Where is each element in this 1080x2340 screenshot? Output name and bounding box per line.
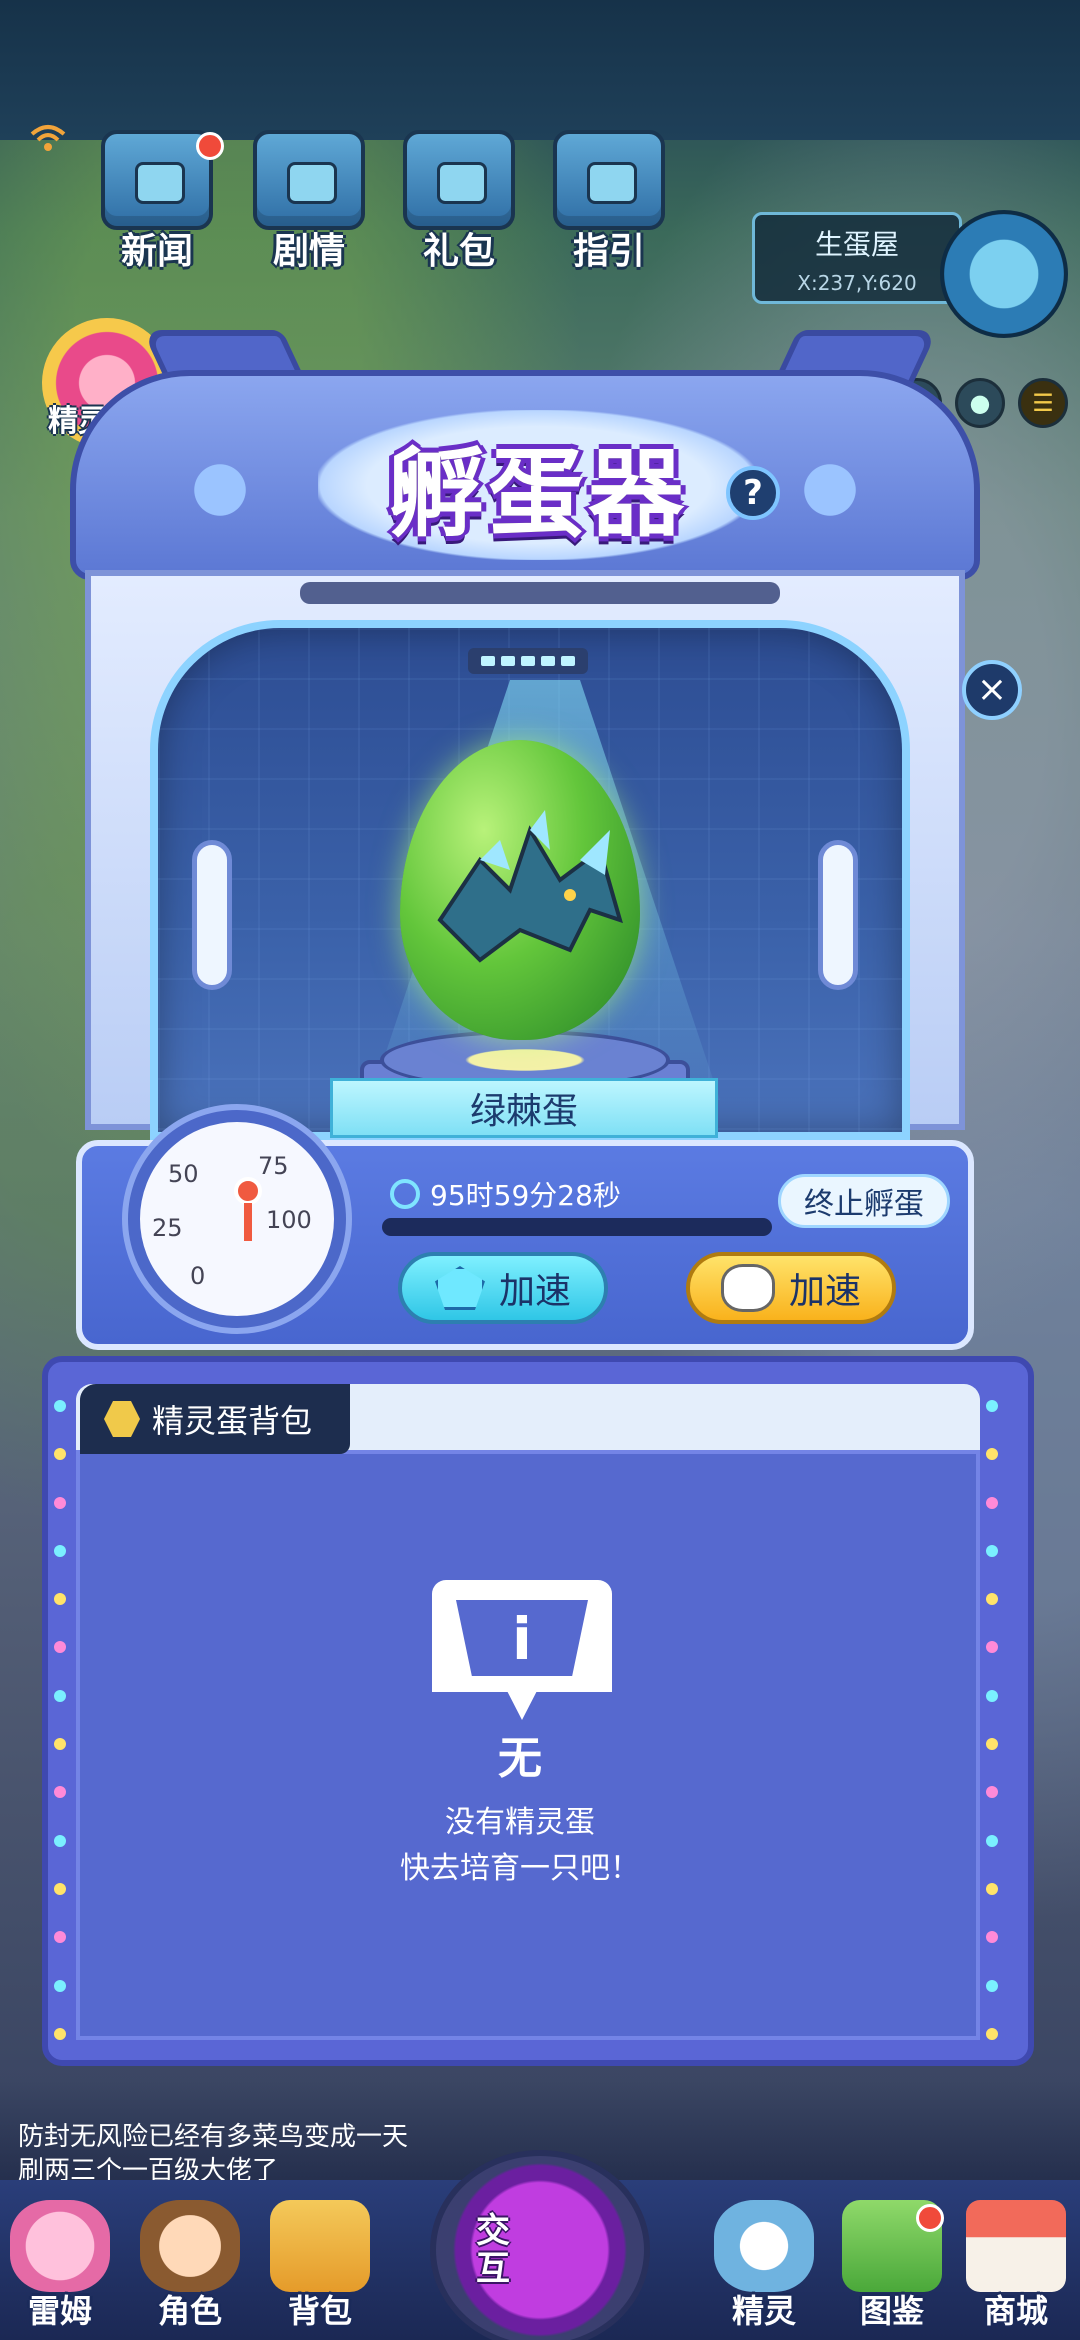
leimu-icon [10,2200,110,2292]
gauge-tick-75: 75 [258,1152,289,1180]
nav-character[interactable]: 角色 [130,2200,250,2340]
nav-spirit[interactable]: 精灵 [704,2200,824,2340]
hatch-timer: 95时59分28秒 [390,1174,621,1214]
stop-hatch-label: 终止孵蛋 [804,1187,924,1222]
ceiling-lamp [468,648,588,674]
location-box: 生蛋屋 X:237,Y:620 [752,212,962,304]
codex-badge [916,2204,944,2232]
nav-shop-label: 商城 [983,2292,1048,2330]
gift-machine-icon [403,130,515,230]
side-tube-right [818,840,858,990]
map-icon[interactable] [940,210,1068,338]
nav-leimu-label: 雷姆 [27,2292,92,2330]
speed-coin-label: 加速 [788,1271,861,1312]
light-dots-right [986,1400,1000,2040]
speed-up-gem-button[interactable]: 加速 [398,1252,608,1324]
gauge-tick-0: 0 [190,1262,206,1290]
news-button[interactable]: 新闻 [92,130,224,280]
nav-character-label: 角色 [157,2292,222,2330]
stop-hatch-button[interactable]: 终止孵蛋 [778,1174,950,1228]
top-strip [0,0,1080,140]
chat-line-1: 防封无风险已经有多菜鸟变成一天 [18,2122,409,2152]
nav-spirit-label: 精灵 [731,2292,796,2330]
light-dots-left [54,1400,68,2040]
stopwatch-icon [390,1179,420,1209]
egg-name-plate: 绿棘蛋 [330,1078,718,1138]
nav-leimu[interactable]: 雷姆 [0,2200,120,2340]
location-coord: X:237,Y:620 [797,271,917,295]
nav-codex[interactable]: 图鉴 [832,2200,952,2340]
story-button[interactable]: 剧情 [244,130,374,280]
news-badge [196,132,224,160]
gauge-needle [234,1177,262,1241]
incubator-title: 孵蛋器 [388,437,688,550]
gauge-tick-100: 100 [266,1206,312,1234]
cat-coin-icon [720,1264,775,1312]
nav-shop[interactable]: 商城 [956,2200,1076,2340]
guide-button[interactable]: 指引 [544,130,674,280]
guide-machine-icon [553,130,665,230]
side-tube-left [192,840,232,990]
nav-bag[interactable]: 背包 [260,2200,380,2340]
shop-icon [966,2200,1066,2292]
close-button[interactable]: × [962,660,1022,720]
story-machine-icon [253,130,365,230]
nav-codex-label: 图鉴 [859,2292,924,2330]
gauge-tick-50: 50 [168,1160,199,1188]
whisker-left [180,450,260,530]
dragon-creature-icon [437,810,623,963]
egg-bag-tab-label: 精灵蛋背包 [152,1402,313,1440]
chamber-light-strip [300,582,780,604]
gift-button[interactable]: 礼包 [394,130,524,280]
interact-label: 交互 [476,2211,510,2289]
temperature-gauge: 50 75 25 100 0 [128,1110,346,1328]
wifi-icon [30,125,66,151]
menu-icon[interactable]: ☰ [1018,378,1068,428]
speed-gem-label: 加速 [498,1271,571,1312]
empty-line-1: 没有精灵蛋 [445,1805,595,1840]
egg-bag-tab[interactable]: 精灵蛋背包 [80,1384,350,1454]
interact-button[interactable]: 交互 [430,2150,650,2340]
empty-title: 无 [498,1733,542,1784]
character-icon [140,2200,240,2292]
empty-line-2: 快去培育一只吧！ [400,1851,640,1886]
diamond-icon [434,1266,485,1310]
gauge-tick-25: 25 [152,1214,183,1242]
spirit-icon [714,2200,814,2292]
backpack-icon [270,2200,370,2292]
empty-message: 没有精灵蛋 快去培育一只吧！ [340,1800,700,1892]
title-badge: 孵蛋器 [318,410,758,560]
egg-name: 绿棘蛋 [469,1091,578,1132]
hexagon-icon [104,1401,140,1437]
nav-bag-label: 背包 [287,2292,352,2330]
pet-face-icon[interactable]: ● [955,378,1005,428]
speed-up-coin-button[interactable]: 加速 [686,1252,896,1324]
location-name: 生蛋屋 [814,228,899,261]
whisker-right [790,450,870,530]
timer-text: 95时59分28秒 [430,1179,621,1212]
help-button[interactable]: ? [726,466,780,520]
hatch-progress-bar [382,1218,772,1236]
